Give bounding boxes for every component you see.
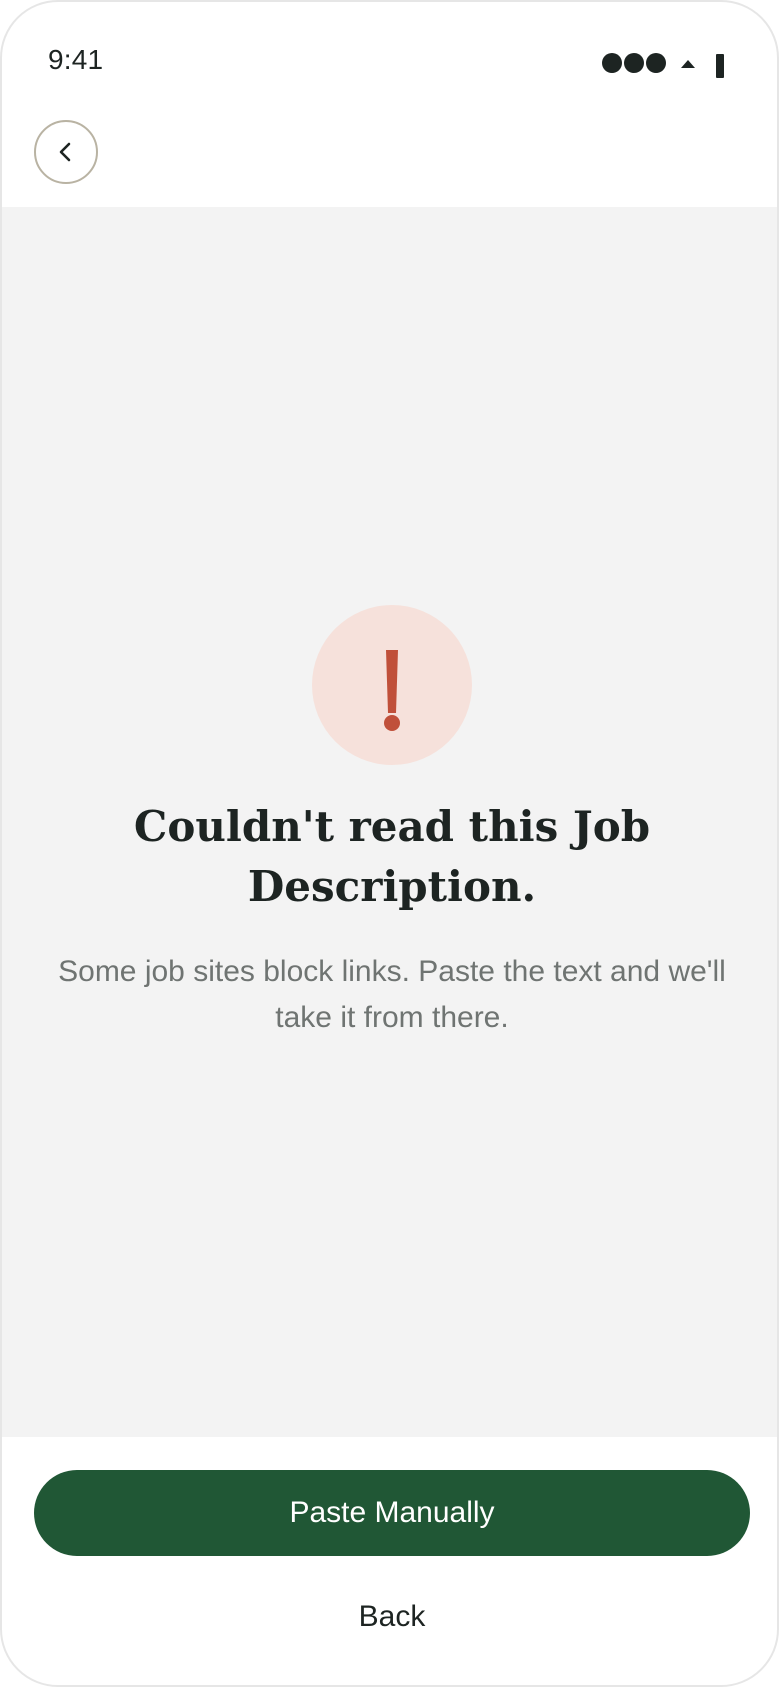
error-description: Some job sites block links. Paste the te…: [58, 955, 726, 1034]
error-title: Couldn't read this Job Description.: [133, 802, 651, 911]
signal-dots-icon: [602, 53, 666, 73]
status-time: 9:41: [48, 44, 104, 75]
chevron-left-icon: [59, 142, 71, 162]
paste-manually-button[interactable]: Paste Manually: [34, 1470, 750, 1556]
signal-dot: [624, 53, 644, 73]
phone-screen: 9:41 Couldn't read this Job Description.…: [0, 0, 779, 1687]
back-button[interactable]: Back: [292, 1587, 492, 1647]
signal-dot: [646, 53, 666, 73]
back-nav-button[interactable]: [34, 120, 98, 184]
exclamation-icon: [384, 650, 400, 731]
alert-circle: [312, 605, 472, 765]
status-bar: 9:41: [2, 2, 777, 112]
wifi-icon: [681, 60, 695, 68]
error-content: Couldn't read this Job Description. Some…: [2, 207, 777, 1437]
signal-dot: [602, 53, 622, 73]
battery-icon: [716, 54, 724, 78]
